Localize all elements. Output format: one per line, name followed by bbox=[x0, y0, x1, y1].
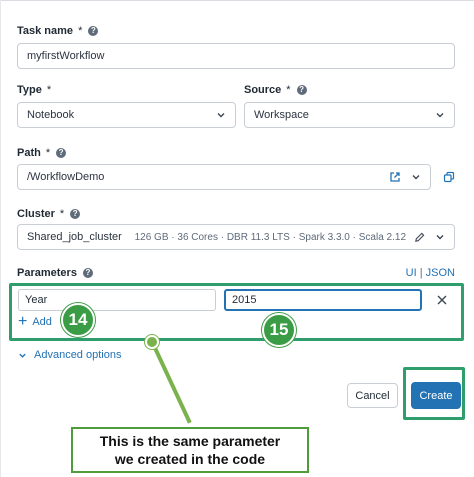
cluster-select[interactable]: Shared_job_cluster 126 GB · 36 Cores · D… bbox=[17, 224, 455, 250]
path-value: /WorkflowDemo bbox=[27, 171, 105, 183]
callout-anchor-dot bbox=[145, 335, 159, 349]
type-select[interactable]: Notebook bbox=[17, 102, 236, 128]
type-label: Type * bbox=[17, 84, 51, 96]
open-external-icon[interactable] bbox=[389, 171, 401, 183]
type-label-text: Type bbox=[17, 84, 42, 96]
close-icon[interactable] bbox=[436, 294, 448, 306]
parameter-key-input[interactable]: Year bbox=[18, 289, 216, 311]
chevron-down-icon[interactable] bbox=[411, 172, 421, 182]
annotation-callout: This is the same parameter we created in… bbox=[71, 427, 309, 473]
plus-icon: + bbox=[18, 313, 28, 330]
badge-number: 15 bbox=[269, 320, 289, 339]
cluster-label-text: Cluster bbox=[17, 208, 55, 220]
chevron-down-icon bbox=[436, 235, 444, 240]
task-name-label-text: Task name bbox=[17, 25, 74, 37]
add-parameter-button[interactable]: + Add bbox=[18, 313, 52, 330]
source-label-text: Source bbox=[244, 84, 282, 96]
required-mark: * bbox=[45, 147, 51, 159]
cluster-details: 126 GB · 36 Cores · DBR 11.3 LTS · Spark… bbox=[134, 231, 406, 243]
cluster-value: Shared_job_cluster bbox=[27, 231, 122, 243]
help-icon[interactable]: ? bbox=[70, 209, 81, 219]
left-edge bbox=[0, 0, 1, 477]
source-select[interactable]: Workspace bbox=[244, 102, 455, 128]
parameters-label: Parameters ? bbox=[17, 267, 93, 279]
chevron-down-icon bbox=[19, 353, 26, 358]
parameter-key-value: Year bbox=[25, 294, 48, 306]
badge-number: 14 bbox=[68, 310, 88, 329]
required-mark: * bbox=[46, 84, 52, 96]
type-value: Notebook bbox=[27, 109, 75, 121]
parameter-value-value: 2015 bbox=[232, 294, 257, 306]
annotation-badge-15: 15 bbox=[262, 313, 296, 347]
create-button[interactable]: Create bbox=[411, 382, 461, 409]
chevron-down-icon bbox=[436, 113, 444, 118]
ui-link[interactable]: UI bbox=[406, 267, 417, 279]
chevron-down-icon bbox=[217, 113, 225, 118]
path-input[interactable]: /WorkflowDemo bbox=[17, 164, 431, 190]
parameters-label-text: Parameters bbox=[17, 267, 77, 279]
add-label: Add bbox=[32, 316, 52, 328]
help-icon[interactable]: ? bbox=[56, 148, 67, 158]
edit-pencil-icon[interactable] bbox=[414, 232, 425, 243]
parameter-value-input[interactable]: 2015 bbox=[224, 289, 422, 311]
path-label: Path * ? bbox=[17, 147, 67, 159]
source-label: Source * ? bbox=[244, 84, 307, 96]
callout-connector bbox=[150, 340, 192, 424]
required-mark: * bbox=[286, 84, 291, 96]
help-icon[interactable]: ? bbox=[82, 268, 93, 278]
advanced-options-toggle[interactable]: Advanced options bbox=[18, 349, 121, 361]
source-value: Workspace bbox=[254, 109, 309, 121]
callout-line-1: This is the same parameter bbox=[99, 433, 281, 449]
required-mark: * bbox=[59, 208, 65, 220]
json-link[interactable]: JSON bbox=[426, 267, 455, 279]
required-mark: * bbox=[78, 25, 83, 37]
create-label: Create bbox=[419, 389, 453, 402]
cancel-button[interactable]: Cancel bbox=[347, 383, 398, 408]
task-name-input[interactable]: myfirstWorkflow bbox=[17, 43, 455, 69]
help-icon[interactable]: ? bbox=[88, 26, 99, 36]
task-name-value: myfirstWorkflow bbox=[27, 50, 105, 62]
cluster-label: Cluster * ? bbox=[17, 208, 81, 220]
top-edge bbox=[0, 0, 474, 1]
task-name-label: Task name * ? bbox=[17, 25, 99, 37]
path-label-text: Path bbox=[17, 147, 41, 159]
toggle-separator: | bbox=[419, 267, 423, 279]
help-icon[interactable]: ? bbox=[296, 85, 307, 95]
callout-line-2: we created in the code bbox=[114, 451, 266, 467]
advanced-options-label: Advanced options bbox=[34, 349, 122, 361]
ui-json-toggle: UI | JSON bbox=[406, 267, 455, 279]
cancel-label: Cancel bbox=[355, 389, 390, 402]
copy-icon[interactable] bbox=[443, 171, 455, 183]
annotation-badge-14: 14 bbox=[61, 303, 95, 337]
